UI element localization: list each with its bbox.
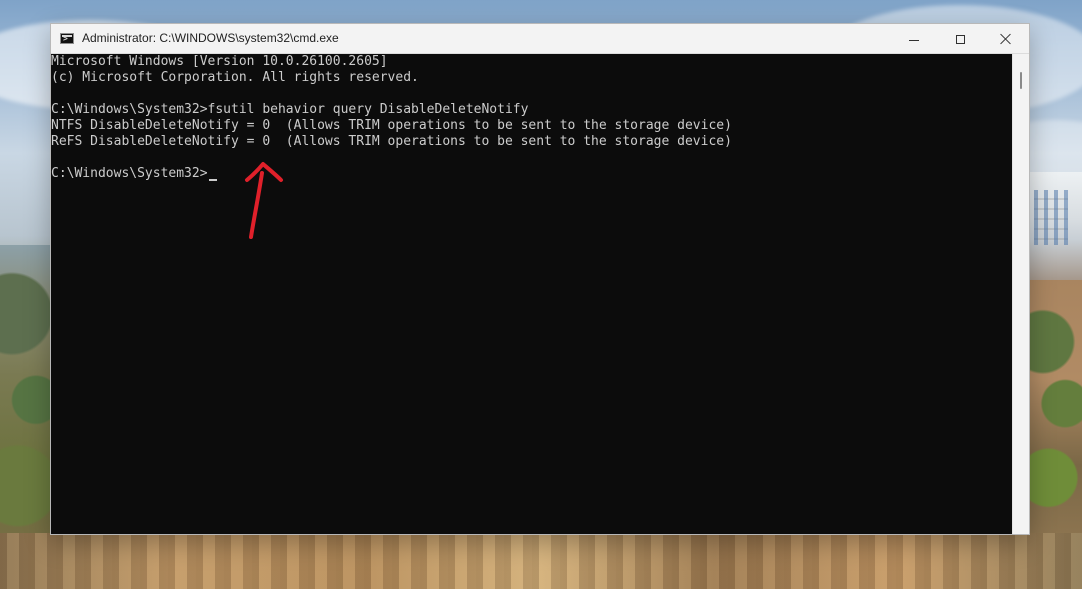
console-line: ReFS DisableDeleteNotify = 0 (Allows TRI… [51,134,732,149]
minimize-button[interactable] [891,24,937,54]
cmd-icon [60,33,74,44]
console-output[interactable]: Microsoft Windows [Version 10.0.26100.26… [51,54,1011,534]
close-button[interactable] [983,24,1029,54]
town-buildings [1026,172,1082,297]
console-line: NTFS DisableDeleteNotify = 0 (Allows TRI… [51,118,732,133]
cliff-texture [0,533,1082,589]
title-bar[interactable]: Administrator: C:\WINDOWS\system32\cmd.e… [51,24,1029,54]
console-line: (c) Microsoft Corporation. All rights re… [51,70,419,85]
text-cursor [208,179,217,181]
console-line: C:\Windows\System32>fsutil behavior quer… [51,102,529,117]
prompt-text: C:\Windows\System32> [51,166,208,181]
vertical-scrollbar[interactable] [1012,54,1029,534]
scroll-thumb[interactable] [1020,72,1022,89]
console-line: Microsoft Windows [Version 10.0.26100.26… [51,54,388,69]
command-prompt[interactable]: C:\Windows\System32> [51,166,1011,182]
window-title: Administrator: C:\WINDOWS\system32\cmd.e… [82,31,339,45]
close-icon [1000,33,1012,45]
maximize-button[interactable] [937,24,983,54]
minimize-icon [909,39,919,41]
red-arrow-icon [245,162,283,239]
maximize-icon [955,34,965,44]
cmd-window[interactable]: Administrator: C:\WINDOWS\system32\cmd.e… [50,23,1030,535]
